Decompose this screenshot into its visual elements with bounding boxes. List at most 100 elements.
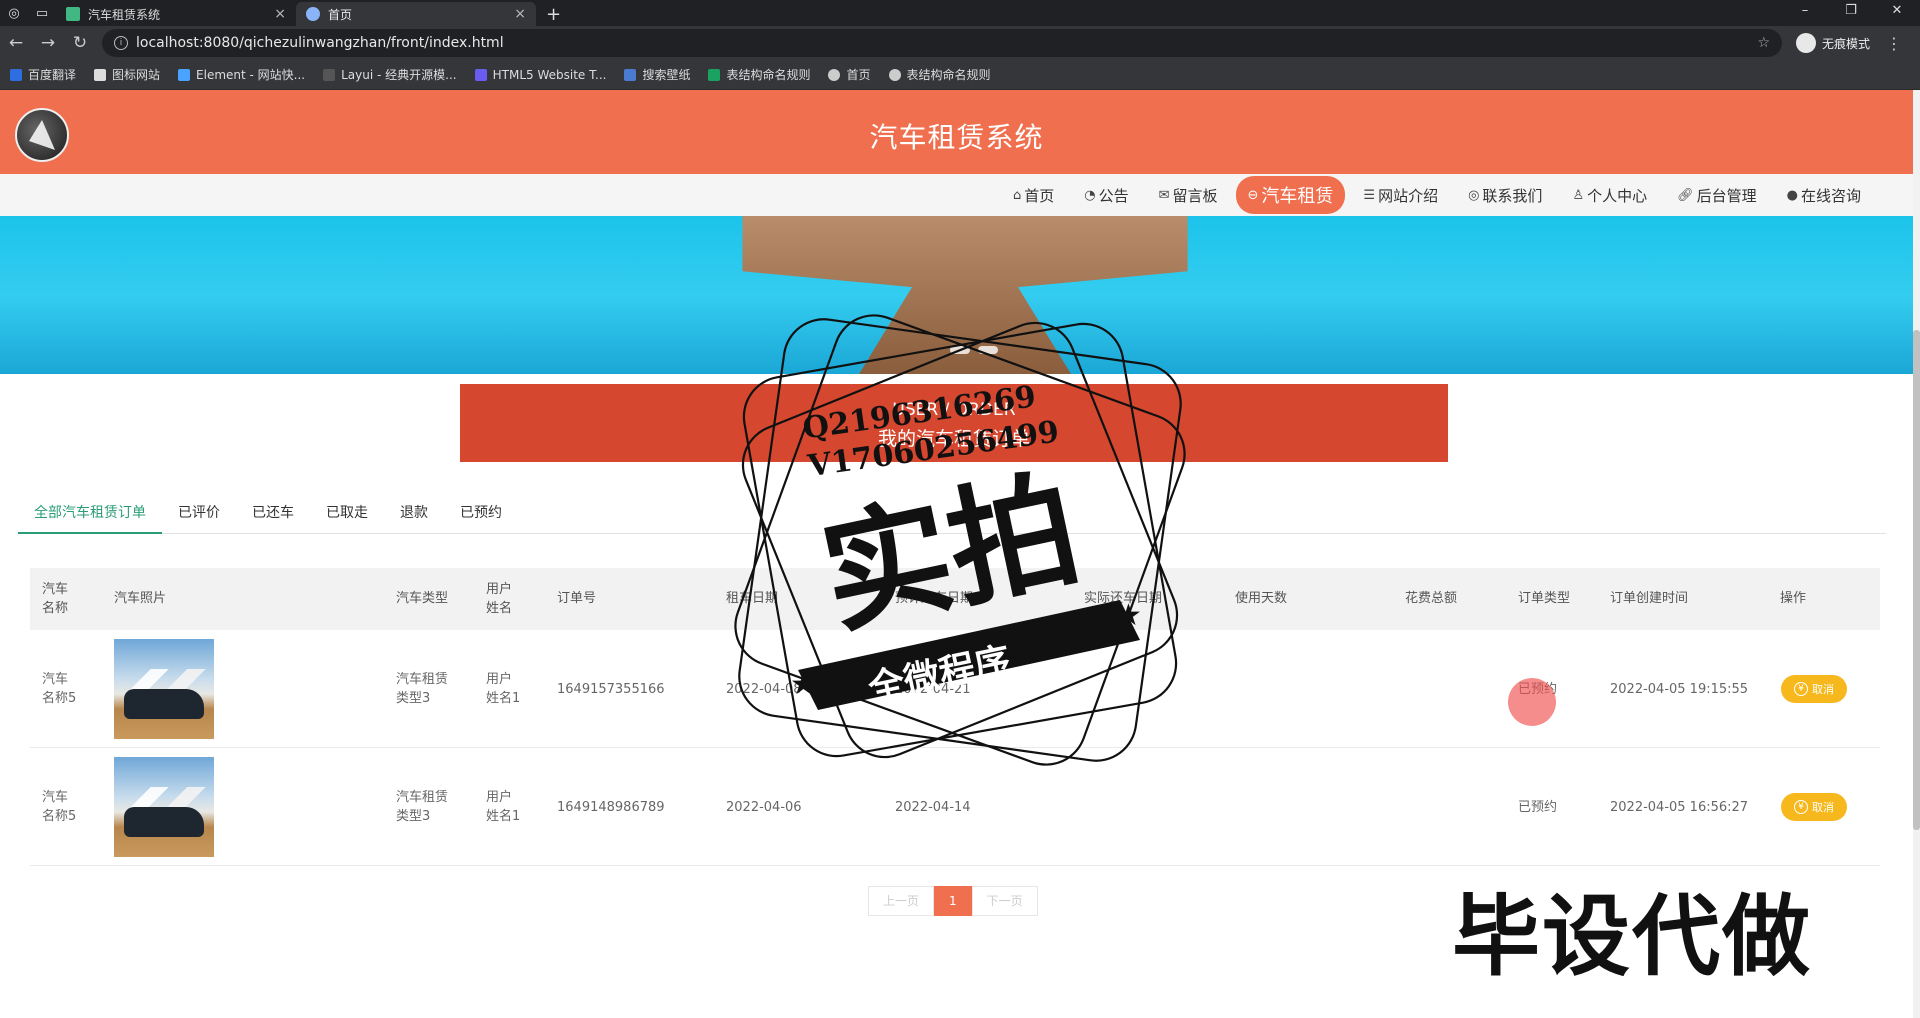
column-header: 操作	[1780, 591, 1807, 606]
nav-home[interactable]: ⌂ 首页	[1001, 179, 1066, 212]
bookmark-item[interactable]: 搜索壁纸	[624, 66, 690, 83]
tab-reviewed[interactable]: 已评价	[162, 498, 236, 534]
cancel-order-button[interactable]: ¥ 取消	[1781, 793, 1847, 821]
tab-returned[interactable]: 已还车	[236, 498, 310, 534]
car-photo[interactable]	[114, 639, 214, 739]
car-photo[interactable]	[114, 757, 214, 857]
bookmark-item[interactable]: Element - 网站快...	[178, 66, 305, 83]
globe-icon	[306, 7, 320, 21]
close-window-icon[interactable]: ✕	[1874, 0, 1920, 26]
wallpaper-icon	[624, 68, 637, 81]
info-icon[interactable]: i	[114, 36, 128, 50]
link-icon: 🔗︎	[1677, 187, 1694, 203]
tab-reserved[interactable]: 已预约	[444, 498, 518, 534]
car-type-cell: 汽车租赁类型3	[396, 672, 449, 706]
globe-icon	[828, 68, 841, 81]
sheet-icon	[708, 68, 721, 81]
nav-contact[interactable]: ◎ 联系我们	[1456, 179, 1554, 212]
cancel-order-button[interactable]: ¥ 取消	[1781, 675, 1847, 703]
nav-admin[interactable]: 🔗︎ 后台管理	[1665, 179, 1769, 212]
tab-picked-up[interactable]: 已取走	[310, 498, 384, 534]
element-icon	[178, 68, 191, 81]
bookmark-item[interactable]: 表结构命名规则	[888, 66, 991, 83]
bookmark-item[interactable]: HTML5 Website T...	[474, 68, 606, 82]
bell-icon: ◔	[1084, 187, 1096, 203]
menu-kebab-icon[interactable]: ⋮	[1886, 34, 1902, 53]
nav-site-intro[interactable]: ☰ 网站介绍	[1351, 179, 1450, 212]
tab-all-orders[interactable]: 全部汽车租赁订单	[18, 498, 162, 534]
globe-icon: ◎	[1468, 187, 1480, 203]
page-scrollbar[interactable]	[1913, 90, 1920, 1018]
user-icon: ♙	[1572, 187, 1585, 203]
close-icon[interactable]: ×	[514, 6, 526, 22]
tab-title: 首页	[328, 7, 353, 22]
star-icon: ★	[790, 667, 817, 702]
prev-page-button[interactable]: 上一页	[868, 886, 935, 916]
browser-tab-bar: ◎ ▭ 汽车租赁系统 × 首页 × + – ❐ ✕	[0, 0, 1920, 26]
next-page-button[interactable]: 下一页	[971, 886, 1038, 916]
reload-icon[interactable]: ↻	[64, 33, 96, 53]
pagination: 上一页 1 下一页	[868, 886, 1038, 916]
nav-notice[interactable]: ◔ 公告	[1072, 179, 1140, 212]
order-no-cell: 1649148986789	[557, 800, 665, 815]
watermark-corner-text: 毕设代做	[1452, 885, 1813, 988]
column-header: 订单类型	[1518, 591, 1571, 606]
column-header: 使用天数	[1235, 591, 1288, 606]
car-name-cell: 汽车名称5	[42, 672, 77, 706]
tab-refund[interactable]: 退款	[384, 498, 444, 534]
new-tab-button[interactable]: +	[536, 2, 571, 26]
incognito-indicator[interactable]: 无痕模式	[1796, 33, 1870, 53]
close-icon[interactable]: ×	[274, 6, 286, 22]
restore-icon[interactable]: ❐	[1828, 0, 1874, 26]
minimize-icon[interactable]: –	[1782, 0, 1828, 26]
address-bar: ← → ↻ i localhost:8080/qichezulinwangzha…	[0, 26, 1920, 60]
url-input[interactable]: i localhost:8080/qichezulinwangzhan/fron…	[102, 29, 1782, 57]
car-name-cell: 汽车名称5	[42, 790, 77, 824]
car-type-cell: 汽车租赁类型3	[396, 790, 449, 824]
column-header: 订单创建时间	[1610, 591, 1689, 606]
layui-icon	[323, 68, 336, 81]
nav-online-consult[interactable]: ● 在线咨询	[1775, 179, 1873, 212]
main-nav: ⌂ 首页 ◔ 公告 ✉ 留言板 ⊖ 汽车租赁 ☰ 网站介绍 ◎ 联系我们 ♙ 个人中心 🔗︎ 后…	[0, 174, 1913, 216]
bookmark-item[interactable]: 图标网站	[94, 66, 160, 83]
incognito-icon	[1796, 33, 1816, 53]
html5-icon	[474, 68, 487, 81]
site-header: 汽车租赁系统	[0, 90, 1913, 174]
bookmarks-bar: 百度翻译 图标网站 Element - 网站快... Layui - 经典开源模…	[0, 60, 1920, 90]
browser-tab-1[interactable]: 汽车租赁系统 ×	[56, 2, 296, 26]
watermark-stamp: Q2196316269 V17060256499 实拍 全微程序 ★ ★	[734, 314, 1186, 766]
browser-tab-2[interactable]: 首页 ×	[296, 2, 536, 26]
vue-icon	[66, 7, 80, 21]
bookmark-item[interactable]: Layui - 经典开源模...	[323, 66, 457, 83]
nav-message-board[interactable]: ✉ 留言板	[1147, 179, 1230, 212]
created-time-cell: 2022-04-05 19:15:55	[1610, 682, 1749, 697]
incognito-label: 无痕模式	[1822, 36, 1871, 51]
column-header: 用户姓名	[486, 582, 513, 616]
window-controls: – ❐ ✕	[1782, 0, 1920, 26]
bookmark-item[interactable]: 百度翻译	[10, 66, 76, 83]
created-time-cell: 2022-04-05 16:56:27	[1610, 800, 1749, 815]
translate-icon	[10, 68, 22, 81]
sliders-icon: ☰	[1363, 187, 1376, 203]
tab-list-icon[interactable]: ▭	[28, 0, 56, 26]
page-number-current[interactable]: 1	[934, 886, 972, 916]
car-icon: ⊖	[1247, 187, 1259, 203]
url-text: localhost:8080/qichezulinwangzhan/front/…	[136, 35, 504, 51]
bookmark-item[interactable]: 首页	[828, 66, 871, 83]
nav-personal-center[interactable]: ♙ 个人中心	[1560, 179, 1659, 212]
column-header: 汽车类型	[396, 591, 449, 606]
back-icon[interactable]: ←	[0, 33, 32, 53]
order-type-cell: 已预约	[1518, 800, 1558, 815]
forward-icon[interactable]: →	[32, 33, 64, 53]
globe-icon	[888, 68, 901, 81]
bookmark-item[interactable]: 表结构命名规则	[708, 66, 810, 83]
bookmark-star-icon[interactable]: ☆	[1757, 35, 1770, 51]
scrollbar-thumb[interactable]	[1913, 330, 1920, 830]
chat-icon: ●	[1786, 187, 1798, 203]
column-header: 花费总额	[1405, 591, 1458, 606]
click-highlight	[1508, 678, 1556, 726]
tab-search-icon[interactable]: ◎	[0, 0, 28, 26]
mail-icon: ✉	[1158, 187, 1170, 203]
nav-car-rental[interactable]: ⊖ 汽车租赁	[1235, 176, 1346, 214]
column-header: 订单号	[557, 591, 597, 606]
